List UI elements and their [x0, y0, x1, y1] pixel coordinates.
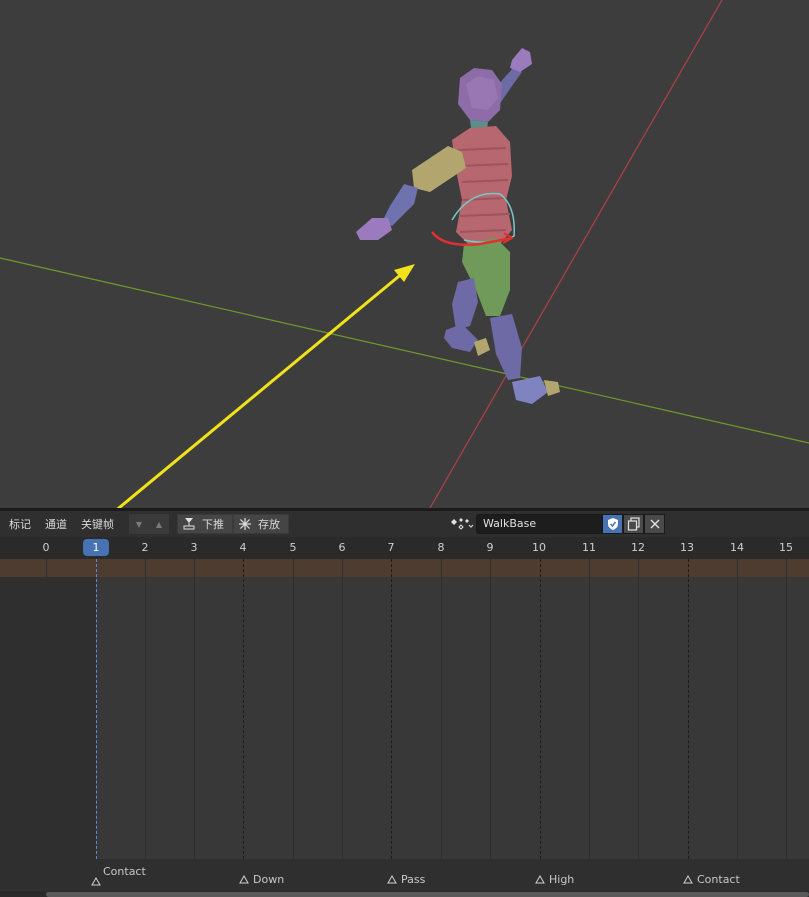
- marker-line: [540, 559, 541, 859]
- stash-label: 存放: [258, 518, 280, 531]
- marker-line: [243, 559, 244, 859]
- frame-label: 13: [680, 541, 694, 554]
- menu-key[interactable]: 关键帧: [74, 516, 121, 532]
- marker[interactable]: Down: [239, 873, 284, 886]
- frame-label: 11: [582, 541, 596, 554]
- action-name-field[interactable]: WalkBase: [476, 514, 602, 534]
- frame-label: 5: [289, 541, 297, 554]
- menu-channel[interactable]: 通道: [38, 516, 74, 532]
- close-icon: [650, 519, 659, 529]
- playhead-line[interactable]: [96, 559, 97, 859]
- fake-user-button[interactable]: [602, 514, 623, 534]
- layer-down-button[interactable]: ▼: [129, 514, 149, 534]
- unlink-action-button[interactable]: [644, 514, 665, 534]
- frame-label: 8: [437, 541, 445, 554]
- frame-label: 15: [779, 541, 793, 554]
- frame-gridline: [737, 559, 738, 859]
- marker-line: [391, 559, 392, 859]
- frame-gridline: [638, 559, 639, 859]
- frame-gridline: [293, 559, 294, 859]
- marker-bar[interactable]: Contact Down Pass High Contact: [0, 859, 809, 891]
- frame-gridline: [46, 559, 47, 859]
- layer-nav-group: ▼ ▲: [129, 514, 169, 534]
- push-down-icon: [183, 518, 195, 530]
- frame-label: 7: [387, 541, 395, 554]
- duplicate-action-button[interactable]: [623, 514, 644, 534]
- marker[interactable]: Contact: [683, 873, 740, 886]
- frame-ruler[interactable]: 0 2 3 4 5 6 7 8 9 10 11 12 13 14 15 1: [0, 537, 809, 559]
- marker-triangle-icon: [91, 877, 101, 886]
- frame-gridline: [194, 559, 195, 859]
- marker-label: Down: [253, 873, 285, 886]
- marker-label: Pass: [401, 873, 426, 886]
- frame-label: 3: [190, 541, 198, 554]
- action-icon: [451, 518, 474, 530]
- frame-gridline: [589, 559, 590, 859]
- action-selector: WalkBase: [448, 514, 665, 534]
- frame-label: 0: [42, 541, 50, 554]
- marker-label: High: [549, 873, 575, 886]
- frame-label: 4: [239, 541, 247, 554]
- frame-label: 6: [338, 541, 346, 554]
- marker-label: Contact: [103, 865, 146, 878]
- push-down-label: 下推: [202, 518, 224, 531]
- triangle-down-icon: ▼: [135, 519, 143, 529]
- frame-label: 9: [486, 541, 494, 554]
- layer-up-button[interactable]: ▲: [149, 514, 169, 534]
- y-axis-line: [0, 257, 809, 444]
- frame-gridline: [786, 559, 787, 859]
- annotation-arrow: [116, 264, 415, 508]
- scrollbar-thumb[interactable]: [46, 892, 809, 897]
- current-frame-indicator[interactable]: 1: [83, 539, 109, 556]
- copy-icon: [627, 517, 640, 531]
- frame-gridline: [490, 559, 491, 859]
- action-browse-button[interactable]: [448, 514, 476, 534]
- marker-line: [688, 559, 689, 859]
- character-rig[interactable]: [356, 48, 560, 404]
- frame-label: 14: [730, 541, 744, 554]
- frame-gridline: [145, 559, 146, 859]
- marker-triangle-icon: [387, 875, 397, 884]
- horizontal-scrollbar[interactable]: [0, 891, 809, 897]
- action-editor-header: 标记 通道 关键帧 ▼ ▲ 下推 存放: [0, 511, 809, 537]
- frame-gridline: [342, 559, 343, 859]
- frame-label: 10: [532, 541, 546, 554]
- dopesheet-area[interactable]: [0, 559, 809, 859]
- marker[interactable]: Pass: [387, 873, 425, 886]
- marker-label: Contact: [697, 873, 740, 886]
- snowflake-icon: [239, 518, 251, 530]
- out-of-range-shade: [0, 577, 96, 859]
- menu-marker[interactable]: 标记: [0, 516, 38, 532]
- marker[interactable]: Contact: [91, 863, 146, 886]
- 3d-viewport[interactable]: [0, 0, 809, 508]
- marker-triangle-icon: [535, 875, 545, 884]
- frame-label: 2: [141, 541, 149, 554]
- frame-label: 12: [631, 541, 645, 554]
- push-down-button[interactable]: 下推: [177, 514, 233, 534]
- marker[interactable]: High: [535, 873, 574, 886]
- nla-action-group: 下推 存放: [177, 514, 289, 534]
- marker-triangle-icon: [683, 875, 693, 884]
- stash-button[interactable]: 存放: [233, 514, 289, 534]
- shield-icon: [607, 518, 618, 530]
- marker-triangle-icon: [239, 875, 249, 884]
- frame-gridline: [441, 559, 442, 859]
- triangle-up-icon: ▲: [155, 519, 163, 529]
